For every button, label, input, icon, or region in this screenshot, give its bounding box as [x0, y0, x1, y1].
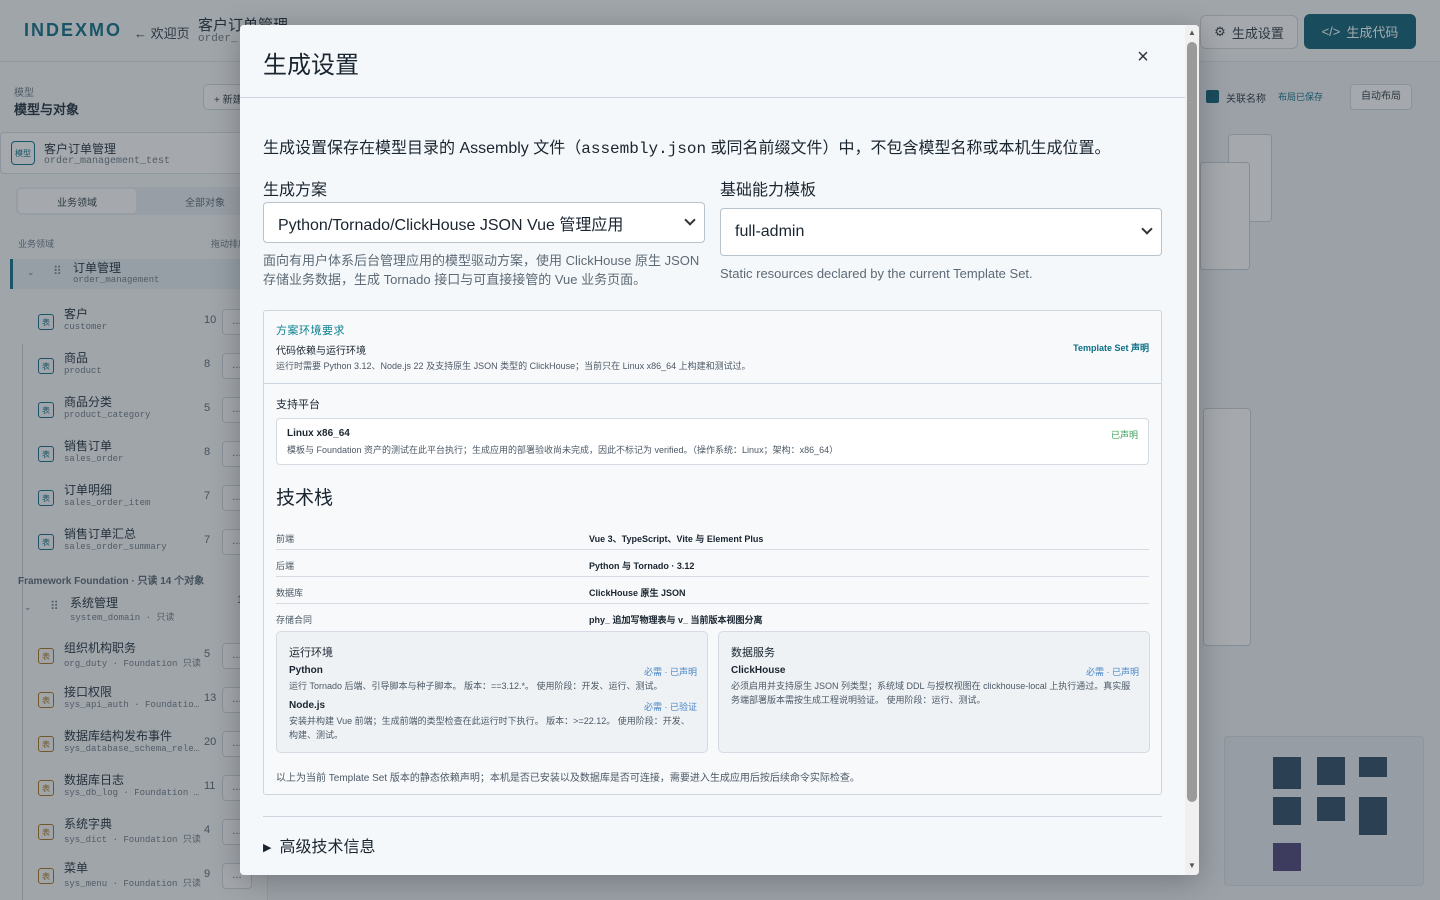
- dialog-scrollbar[interactable]: ▲ ▼: [1185, 25, 1199, 875]
- triangle-right-icon: ▶: [263, 842, 272, 854]
- dependency-status: 必需 · 已验证: [644, 702, 697, 712]
- scheme-select[interactable]: Python/Tornado/ClickHouse JSON Vue 管理应用: [263, 202, 705, 243]
- env-header: 方案环境要求 代码依赖与运行环境 运行时需要 Python 3.12、Node.…: [264, 311, 1161, 384]
- stack-row: 数据库 ClickHouse 原生 JSON: [276, 577, 1149, 604]
- environment-requirements-panel: 方案环境要求 代码依赖与运行环境 运行时需要 Python 3.12、Node.…: [263, 310, 1162, 795]
- template-select[interactable]: full-admin: [720, 208, 1162, 256]
- platform-status: 已声明: [1110, 430, 1138, 440]
- scrollbar-thumb[interactable]: [1187, 42, 1197, 802]
- platform-heading: 支持平台: [276, 399, 320, 411]
- stack-value: Python 与 Tornado · 3.12: [589, 561, 695, 571]
- data-services-card: 数据服务 ClickHouse 必需 · 已声明 必须启用并支持原生 JSON …: [718, 631, 1150, 753]
- intro-text-pre: 生成设置保存在模型目录的 Assembly 文件（: [263, 140, 582, 157]
- env-footer-note: 以上为当前 Template Set 版本的静态依赖声明；本机是否已安装以及数据…: [276, 773, 860, 784]
- scroll-up-icon[interactable]: ▲: [1188, 28, 1196, 37]
- scheme-select-value: Python/Tornado/ClickHouse JSON Vue 管理应用: [278, 216, 624, 234]
- runtime-card: 运行环境 Python 必需 · 已声明 运行 Tornado 后端、引导脚本与…: [276, 631, 708, 753]
- platform-card: Linux x86_64 模板与 Foundation 资产的测试在此平台执行；…: [276, 418, 1149, 465]
- data-services-caption: 数据服务: [731, 647, 775, 659]
- dependency-name: Node.js: [289, 700, 326, 711]
- dependency-status: 必需 · 已声明: [1086, 667, 1139, 677]
- stack-value: phy_ 追加写物理表与 v_ 当前版本视图分离: [589, 615, 763, 625]
- intro-code: assembly.json: [581, 140, 707, 158]
- divider: [263, 816, 1162, 817]
- stack-row: 存储合同 phy_ 追加写物理表与 v_ 当前版本视图分离: [276, 604, 1149, 631]
- dialog-header: 生成设置 ×: [240, 25, 1185, 98]
- stack-row: 后端 Python 与 Tornado · 3.12: [276, 550, 1149, 577]
- dependency-description: 运行 Tornado 后端、引导脚本与种子脚本。 版本：==3.12.*。 使用…: [289, 681, 663, 691]
- stack-value: ClickHouse 原生 JSON: [589, 588, 686, 598]
- advanced-info-label: 高级技术信息: [279, 839, 376, 856]
- dependency-description: 安装并构建 Vue 前端；生成前端的类型检查在此运行时下执行。 版本：>=22.…: [289, 716, 690, 740]
- advanced-info-toggle[interactable]: ▶ 高级技术信息: [263, 833, 375, 857]
- dialog-title: 生成设置: [263, 52, 359, 79]
- chevron-down-icon: [684, 213, 696, 226]
- intro-text-post: 或同名前缀文件）中，不包含模型名称或本机生成位置。: [710, 140, 1111, 157]
- tech-stack-title: 技术栈: [276, 488, 334, 509]
- scheme-hint: 面向有用户体系后台管理应用的模型驱动方案，使用 ClickHouse 原生 JS…: [263, 253, 700, 287]
- dependency-name: ClickHouse: [731, 665, 786, 676]
- stack-key: 前端: [276, 534, 295, 544]
- template-select-value: full-admin: [735, 223, 805, 240]
- scroll-down-icon[interactable]: ▼: [1188, 861, 1196, 870]
- dependency-name: Python: [289, 665, 323, 676]
- template-hint: Static resources declared by the current…: [720, 266, 1033, 281]
- stack-key: 数据库: [276, 588, 304, 598]
- scheme-label: 生成方案: [263, 182, 328, 199]
- platform-name: Linux x86_64: [287, 428, 350, 439]
- dependency-description: 必须启用并支持原生 JSON 列类型；系统域 DDL 与授权视图在 clickh…: [731, 681, 1131, 705]
- stack-key: 存储合同: [276, 615, 313, 625]
- close-icon[interactable]: ×: [1135, 47, 1151, 67]
- stack-key: 后端: [276, 561, 295, 571]
- dialog-intro: 生成设置保存在模型目录的 Assembly 文件（assembly.json 或…: [263, 134, 1111, 158]
- stack-value: Vue 3、TypeScript、Vite 与 Element Plus: [589, 534, 764, 544]
- template-set-tag: Template Set 声明: [1073, 343, 1149, 353]
- dependency-status: 必需 · 已声明: [644, 667, 697, 677]
- chevron-down-icon: [1141, 223, 1153, 235]
- env-caption: 方案环境要求: [276, 325, 345, 337]
- stack-row: 前端 Vue 3、TypeScript、Vite 与 Element Plus: [276, 523, 1149, 550]
- platform-description: 模板与 Foundation 资产的测试在此平台执行；生成应用的部署验收尚未完成…: [287, 445, 839, 455]
- generation-settings-dialog: 生成设置 × 生成设置保存在模型目录的 Assembly 文件（assembly…: [240, 25, 1199, 875]
- env-title: 代码依赖与运行环境: [276, 346, 366, 357]
- template-label: 基础能力模板: [720, 182, 817, 199]
- env-description: 运行时需要 Python 3.12、Node.js 22 及支持原生 JSON …: [276, 361, 751, 371]
- runtime-caption: 运行环境: [289, 647, 333, 659]
